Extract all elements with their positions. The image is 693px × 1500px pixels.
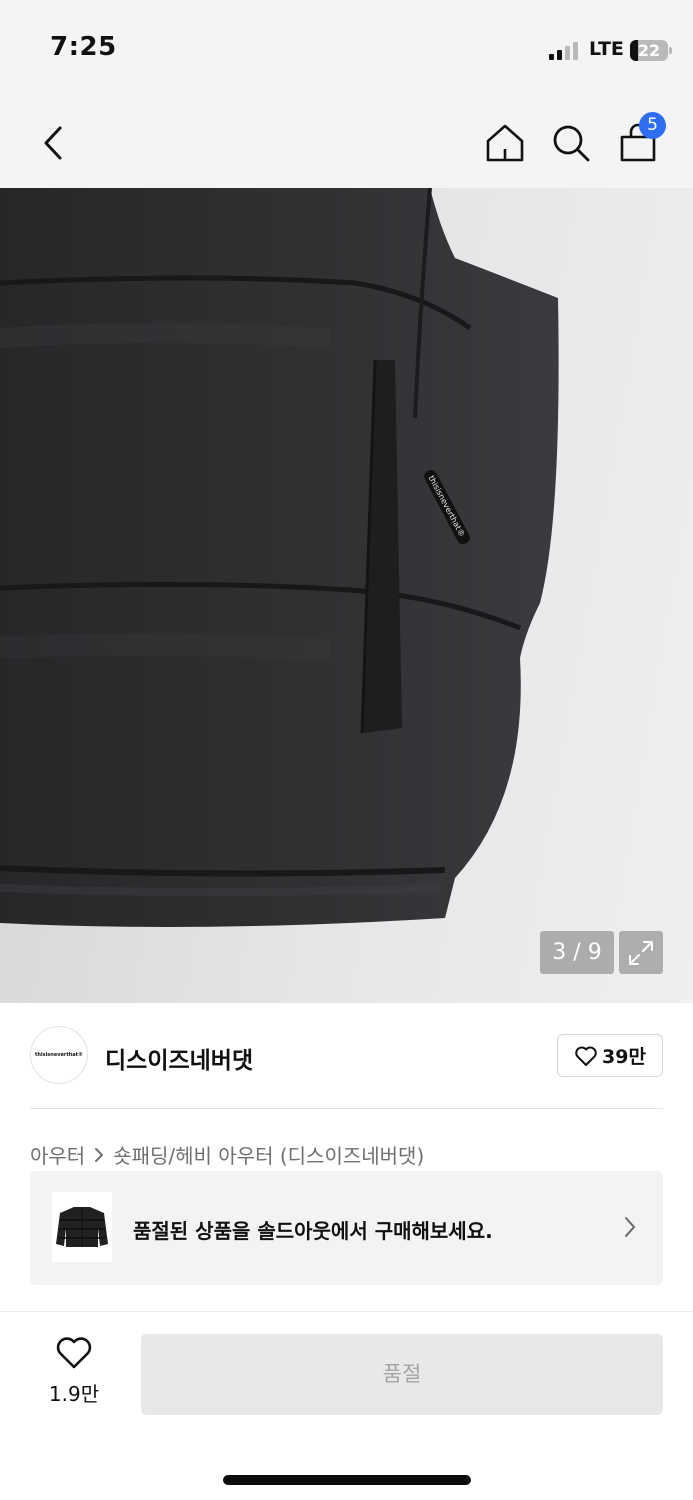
banner-text: 품절된 상품을 솔드아웃에서 구매해보세요.	[133, 1219, 493, 1243]
brand-row: thisisneverthat® 디스이즈네버댓 39만	[30, 1026, 663, 1086]
breadcrumb-item-outer[interactable]: 아우터	[30, 1140, 85, 1169]
back-button[interactable]	[28, 118, 78, 168]
expand-image-button[interactable]	[619, 931, 663, 974]
wishlist-count: 1.9만	[48, 1382, 100, 1406]
chevron-right-icon	[625, 1217, 635, 1237]
status-bar: 7:25 LTE 22	[0, 0, 693, 100]
wishlist-button[interactable]: 1.9만	[40, 1336, 108, 1416]
status-time: 7:25	[50, 32, 117, 62]
breadcrumb: 아우터 숏패딩/헤비 아우터 (디스이즈네버댓)	[30, 1140, 424, 1169]
soldout-button[interactable]: 품절	[141, 1334, 663, 1415]
battery-percent: 22	[637, 41, 661, 60]
jacket-thumbnail-icon	[56, 1207, 108, 1247]
divider	[30, 1108, 663, 1109]
search-icon	[553, 125, 590, 162]
chevron-right-icon	[95, 1147, 104, 1162]
chevron-left-icon	[44, 126, 62, 160]
search-button[interactable]	[546, 118, 596, 168]
brand-like-count: 39만	[602, 1046, 646, 1068]
breadcrumb-item-category[interactable]: 숏패딩/헤비 아우터 (디스이즈네버댓)	[113, 1140, 424, 1169]
cart-button[interactable]: 5	[613, 112, 666, 168]
home-button[interactable]	[480, 118, 530, 168]
brand-logo[interactable]: thisisneverthat®	[30, 1026, 88, 1084]
home-icon	[486, 124, 524, 162]
puffer-jacket-photo: thisisneverthat®	[0, 188, 559, 927]
expand-icon	[629, 940, 653, 965]
heart-icon	[575, 1046, 597, 1066]
heart-icon	[56, 1337, 92, 1369]
soldout-banner[interactable]: 품절된 상품을 솔드아웃에서 구매해보세요.	[30, 1171, 663, 1285]
image-counter: 3 / 9	[540, 931, 614, 974]
top-nav: 5	[0, 100, 693, 188]
brand-logo-text: thisisneverthat®	[34, 1052, 84, 1058]
network-type: LTE	[589, 38, 624, 60]
product-image[interactable]: thisisneverthat®	[0, 188, 693, 1003]
signal-icon	[549, 42, 581, 60]
banner-thumbnail	[52, 1192, 112, 1262]
home-indicator[interactable]	[223, 1475, 471, 1485]
brand-name[interactable]: 디스이즈네버댓	[105, 1041, 253, 1075]
battery-icon: 22	[630, 40, 672, 61]
brand-like-button[interactable]: 39만	[557, 1034, 663, 1077]
cart-count-badge: 5	[639, 112, 666, 139]
